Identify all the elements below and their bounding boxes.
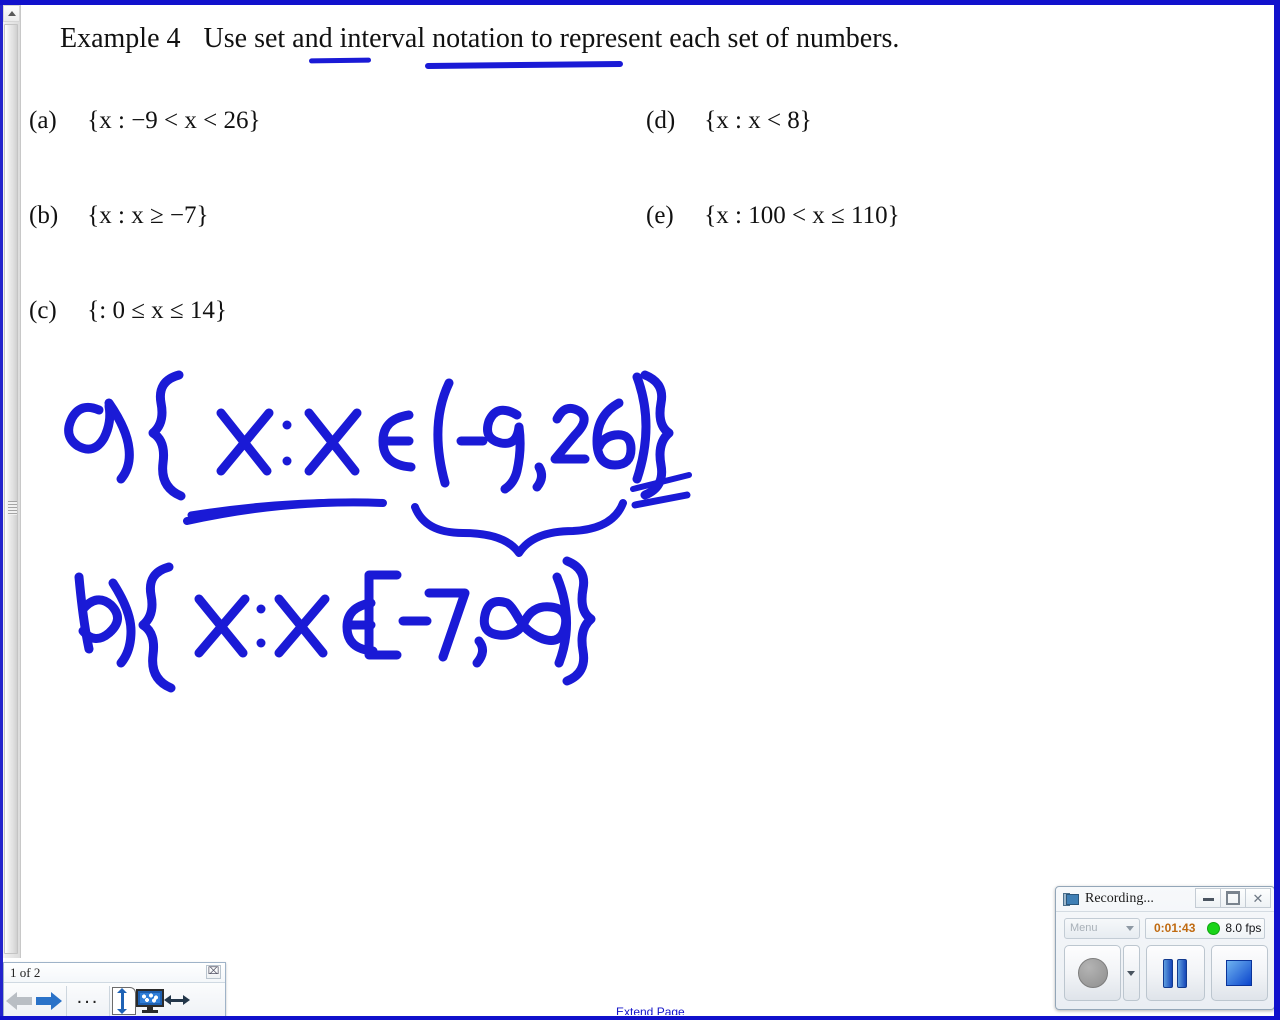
close-button[interactable]: ✕	[1245, 888, 1271, 908]
record-circle-icon	[1077, 958, 1108, 988]
extend-page-link[interactable]: Extend Page	[616, 1005, 685, 1015]
page-navigation-toolbar: 1 of 2 ⌧ ...	[3, 962, 226, 1019]
scrollbar-grip-icon	[8, 501, 17, 515]
chevron-up-icon	[7, 11, 16, 16]
camera-icon	[1063, 892, 1079, 906]
recording-titlebar[interactable]: Recording... ✕	[1056, 887, 1274, 912]
page-canvas[interactable]: Example 4 Use set and interval notation …	[21, 5, 1274, 1015]
problem-item-c: (c) {: 0 ≤ x ≤ 14}	[29, 297, 227, 325]
recording-toolbar-window: Recording... ✕ Menu 0:01:43 8.0 fps	[1055, 886, 1275, 1010]
arrows-horizontal-icon	[164, 994, 190, 1008]
pause-button[interactable]	[1145, 945, 1205, 1001]
example-prompt: Use set and interval notation to represe…	[203, 23, 900, 54]
recording-readout: 0:01:43 8.0 fps	[1145, 917, 1265, 939]
ink-line-b	[74, 556, 596, 693]
restore-icon	[1226, 891, 1240, 905]
problem-tag-e: (e)	[646, 202, 674, 229]
problem-item-b: (b) {x : x ≥ −7}	[29, 202, 209, 230]
window-border-bottom	[0, 1016, 1280, 1020]
problem-expr-a: {x : −9 < x < 26}	[87, 107, 261, 134]
problem-item-e: (e) {x : 100 < x ≤ 110}	[646, 202, 900, 230]
ink-line-a	[64, 370, 674, 501]
chevron-down-icon	[1127, 970, 1136, 976]
ink-tick-marks	[630, 472, 692, 509]
minimize-icon	[1202, 895, 1214, 901]
recording-fps: 8.0 fps	[1225, 921, 1262, 935]
problem-expr-b: {x : x ≥ −7}	[87, 202, 209, 229]
pause-icon	[1163, 958, 1188, 988]
chevron-down-icon	[1126, 925, 1134, 931]
toolbar-divider	[66, 986, 67, 1016]
previous-page-button[interactable]	[4, 984, 34, 1018]
problem-item-a: (a) {x : −9 < x < 26}	[29, 107, 261, 135]
page-height-icon	[112, 987, 136, 1015]
problem-expr-d: {x : x < 8}	[704, 107, 812, 134]
record-button[interactable]	[1064, 945, 1122, 1001]
window-border-right	[1274, 0, 1280, 1024]
next-page-button[interactable]	[34, 984, 64, 1018]
recording-window-title: Recording...	[1085, 891, 1154, 906]
page-navigation-body: ...	[4, 983, 225, 1019]
scroll-up-button[interactable]	[3, 5, 20, 22]
page-counter: 1 of 2	[10, 965, 41, 980]
minimize-button[interactable]	[1195, 888, 1221, 908]
arrow-left-icon	[4, 991, 34, 1011]
window-border-bottom-pad	[0, 1020, 1280, 1024]
fit-page-width-button[interactable]	[164, 984, 190, 1018]
problem-tag-a: (a)	[29, 107, 57, 134]
record-options-button[interactable]	[1123, 945, 1140, 1001]
close-icon: ✕	[1252, 890, 1264, 906]
recording-status-row: Menu 0:01:43 8.0 fps	[1064, 917, 1268, 939]
problem-tag-c: (c)	[29, 297, 57, 324]
menu-dropdown-button[interactable]: Menu	[1064, 917, 1140, 939]
screen-view-button[interactable]	[136, 984, 164, 1018]
page-title: Example 4 Use set and interval notation …	[60, 23, 899, 55]
problem-expr-e: {x : 100 < x ≤ 110}	[704, 202, 900, 229]
ink-brace-interval	[411, 499, 627, 557]
problem-tag-d: (d)	[646, 107, 676, 134]
close-icon[interactable]: ⌧	[206, 965, 221, 979]
page-navigation-header: 1 of 2 ⌧	[4, 963, 225, 983]
ink-underline-setbuilder	[183, 498, 387, 525]
ink-underline-interval	[424, 60, 624, 70]
recording-timer: 0:01:43	[1154, 921, 1196, 935]
problem-expr-c: {: 0 ≤ x ≤ 14}	[87, 297, 227, 324]
toolbar-divider	[109, 986, 110, 1016]
arrow-right-icon	[34, 991, 64, 1011]
problem-tag-b: (b)	[29, 202, 59, 229]
stop-square-icon	[1226, 960, 1253, 986]
whiteboard-application-window: Example 4 Use set and interval notation …	[0, 0, 1280, 1024]
problem-item-d: (d) {x : x < 8}	[646, 107, 812, 135]
recording-status-indicator	[1207, 921, 1221, 935]
restore-button[interactable]	[1220, 888, 1246, 908]
window-border-left	[0, 0, 3, 1024]
recording-controls-row	[1064, 944, 1268, 1002]
monitor-icon	[136, 989, 164, 1013]
window-border-top	[0, 0, 1280, 5]
menu-label: Menu	[1070, 922, 1098, 934]
ink-annotation-layer	[64, 370, 692, 693]
vertical-scrollbar[interactable]	[3, 5, 21, 958]
example-label: Example 4	[60, 23, 181, 54]
scrollbar-thumb[interactable]	[4, 24, 18, 954]
fit-page-height-button[interactable]	[112, 984, 136, 1018]
window-controls: ✕	[1195, 888, 1271, 908]
ink-underline-set	[308, 57, 372, 64]
stop-button[interactable]	[1210, 945, 1268, 1001]
